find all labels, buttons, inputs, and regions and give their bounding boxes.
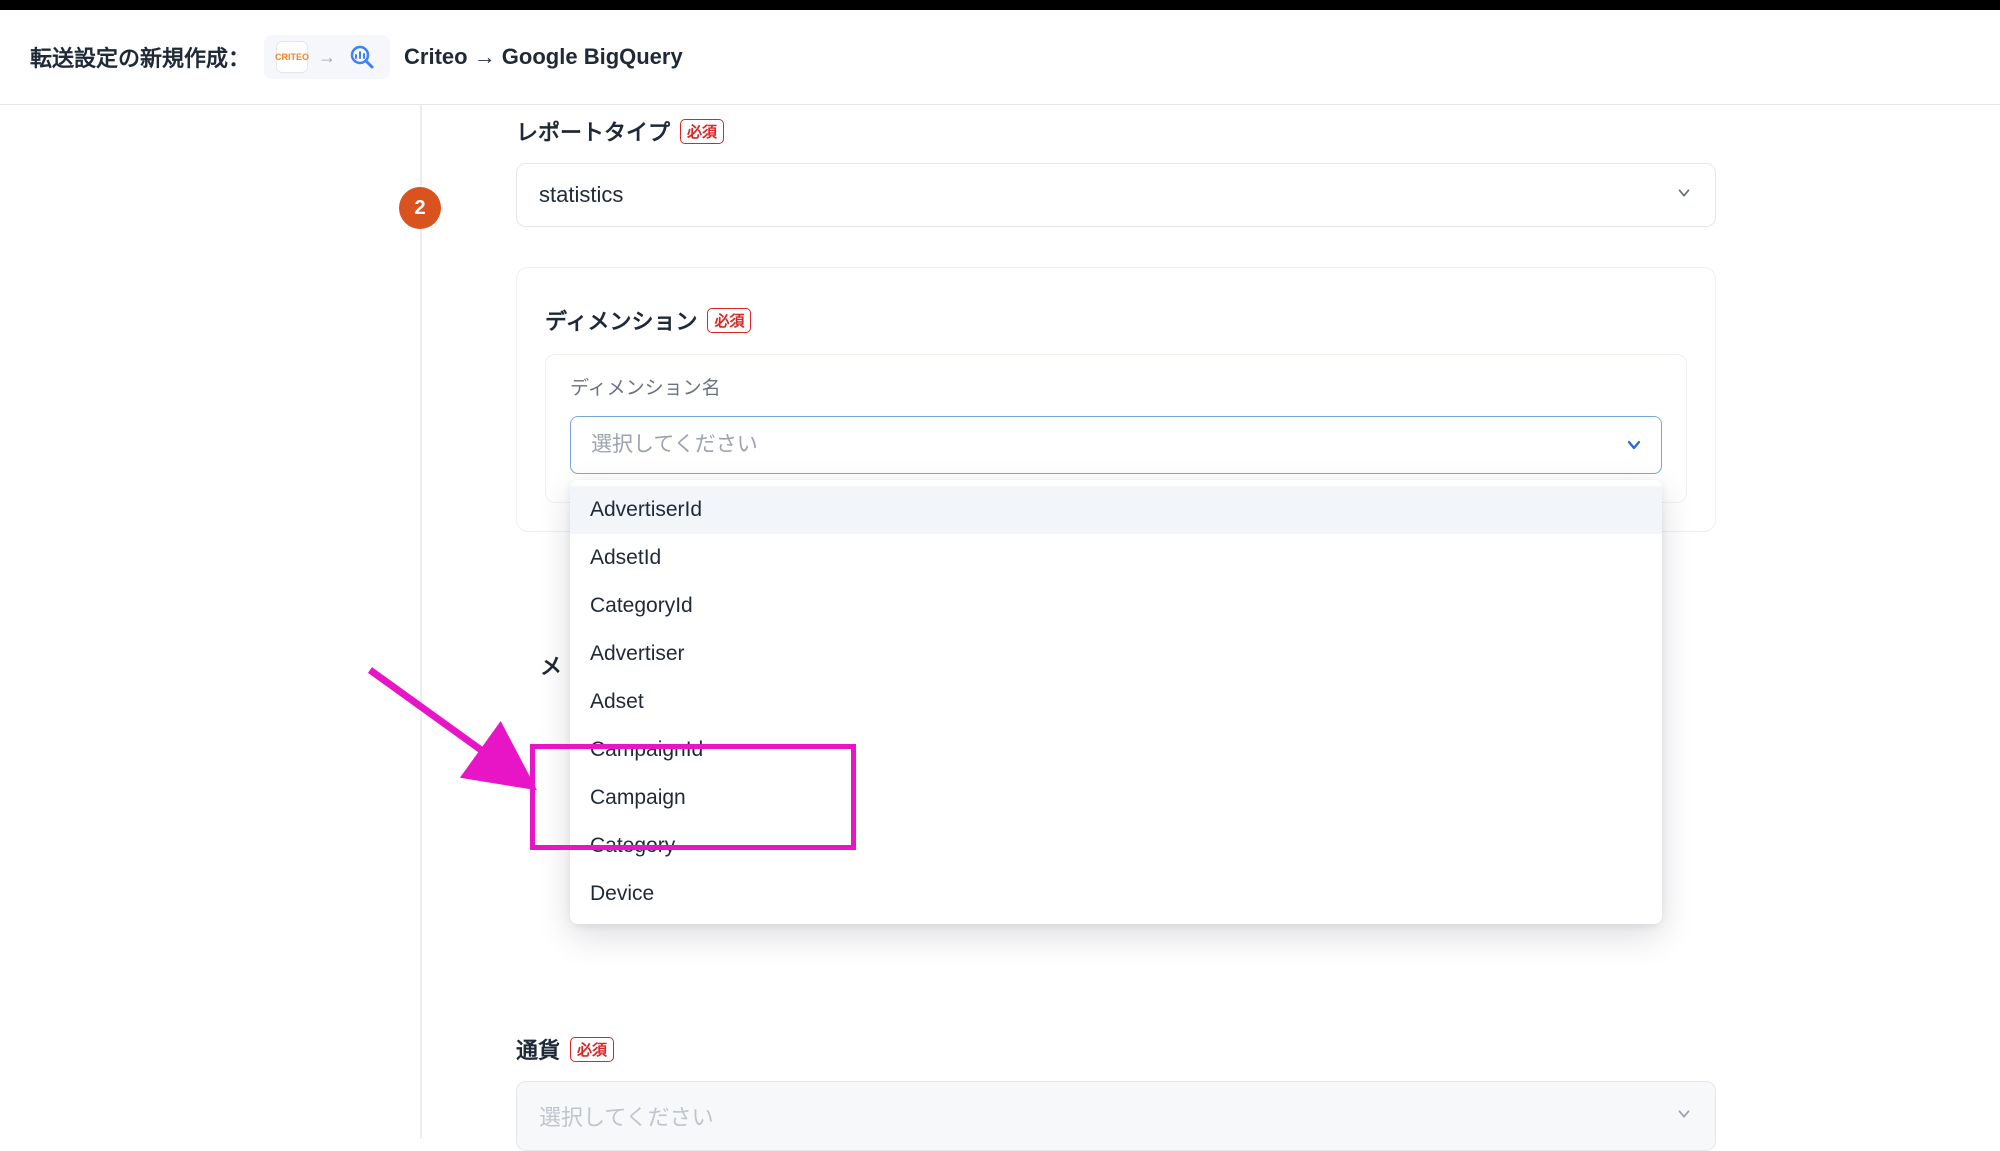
report-type-label-text: レポートタイプ [516, 115, 670, 147]
header-title-prefix: 転送設定の新規作成： [30, 41, 250, 73]
dimension-label-text: ディメンション [545, 304, 697, 336]
chevron-down-icon [1675, 1105, 1693, 1128]
currency-placeholder: 選択してください [539, 1100, 714, 1132]
report-type-value: statistics [539, 182, 623, 208]
dimension-option[interactable]: Device [570, 870, 1662, 918]
dimension-name-label: ディメンション名 [570, 373, 1662, 400]
dimension-option[interactable]: AdsetId [570, 534, 1662, 582]
required-tag: 必須 [570, 1037, 614, 1062]
dimension-panel: ディメンション 必須 ディメンション名 AdvertiserIdAdsetIdC… [516, 267, 1716, 532]
dimension-label: ディメンション 必須 [545, 304, 751, 336]
arrow-icon: → [318, 47, 336, 68]
page-header: 転送設定の新規作成： CRITEO → Criteo → Google BigQ… [0, 10, 2000, 105]
report-type-block: レポートタイプ 必須 statistics [516, 115, 1716, 227]
dimension-option[interactable]: CampaignId [570, 726, 1662, 774]
dimension-dropdown[interactable]: AdvertiserIdAdsetIdCategoryIdAdvertiserA… [570, 480, 1662, 924]
dimension-option[interactable]: Advertiser [570, 630, 1662, 678]
dimension-select-input[interactable] [570, 416, 1662, 474]
dimension-option[interactable]: CategoryId [570, 582, 1662, 630]
bigquery-logo-icon [346, 41, 378, 73]
dimension-option[interactable]: Campaign [570, 774, 1662, 822]
required-tag: 必須 [680, 119, 724, 144]
criteo-logo-icon: CRITEO [276, 41, 308, 73]
dimension-name-box: ディメンション名 AdvertiserIdAdsetIdCategoryIdAd… [545, 354, 1687, 503]
dimension-option[interactable]: AdvertiserId [570, 486, 1662, 534]
window-top-bar [0, 0, 2000, 10]
required-tag: 必須 [707, 308, 751, 333]
currency-select[interactable]: 選択してください [516, 1081, 1716, 1151]
step-vertical-rule [420, 105, 422, 1139]
form-column: レポートタイプ 必須 statistics ディメンション 必須 ディメンション… [516, 105, 1716, 532]
currency-label: 通貨 必須 [516, 1033, 614, 1065]
work-area: 2 レポートタイプ 必須 statistics ディメンション 必須 ディメンシ… [0, 105, 2000, 1139]
dimension-combo: AdvertiserIdAdsetIdCategoryIdAdvertiserA… [570, 416, 1662, 474]
currency-block: 通貨 必須 選択してください [516, 1033, 1716, 1151]
metric-label-peek: メ [540, 649, 562, 681]
dimension-option[interactable]: Category [570, 822, 1662, 870]
route-label: Criteo → Google BigQuery [404, 44, 683, 70]
dimension-option[interactable]: Adset [570, 678, 1662, 726]
chevron-down-icon [1675, 184, 1693, 207]
report-type-select[interactable]: statistics [516, 163, 1716, 227]
connection-badge: CRITEO → [264, 35, 390, 79]
currency-label-text: 通貨 [516, 1033, 560, 1065]
report-type-label: レポートタイプ 必須 [516, 115, 724, 147]
annotation-arrow [360, 660, 550, 800]
step-2-badge: 2 [399, 187, 441, 229]
